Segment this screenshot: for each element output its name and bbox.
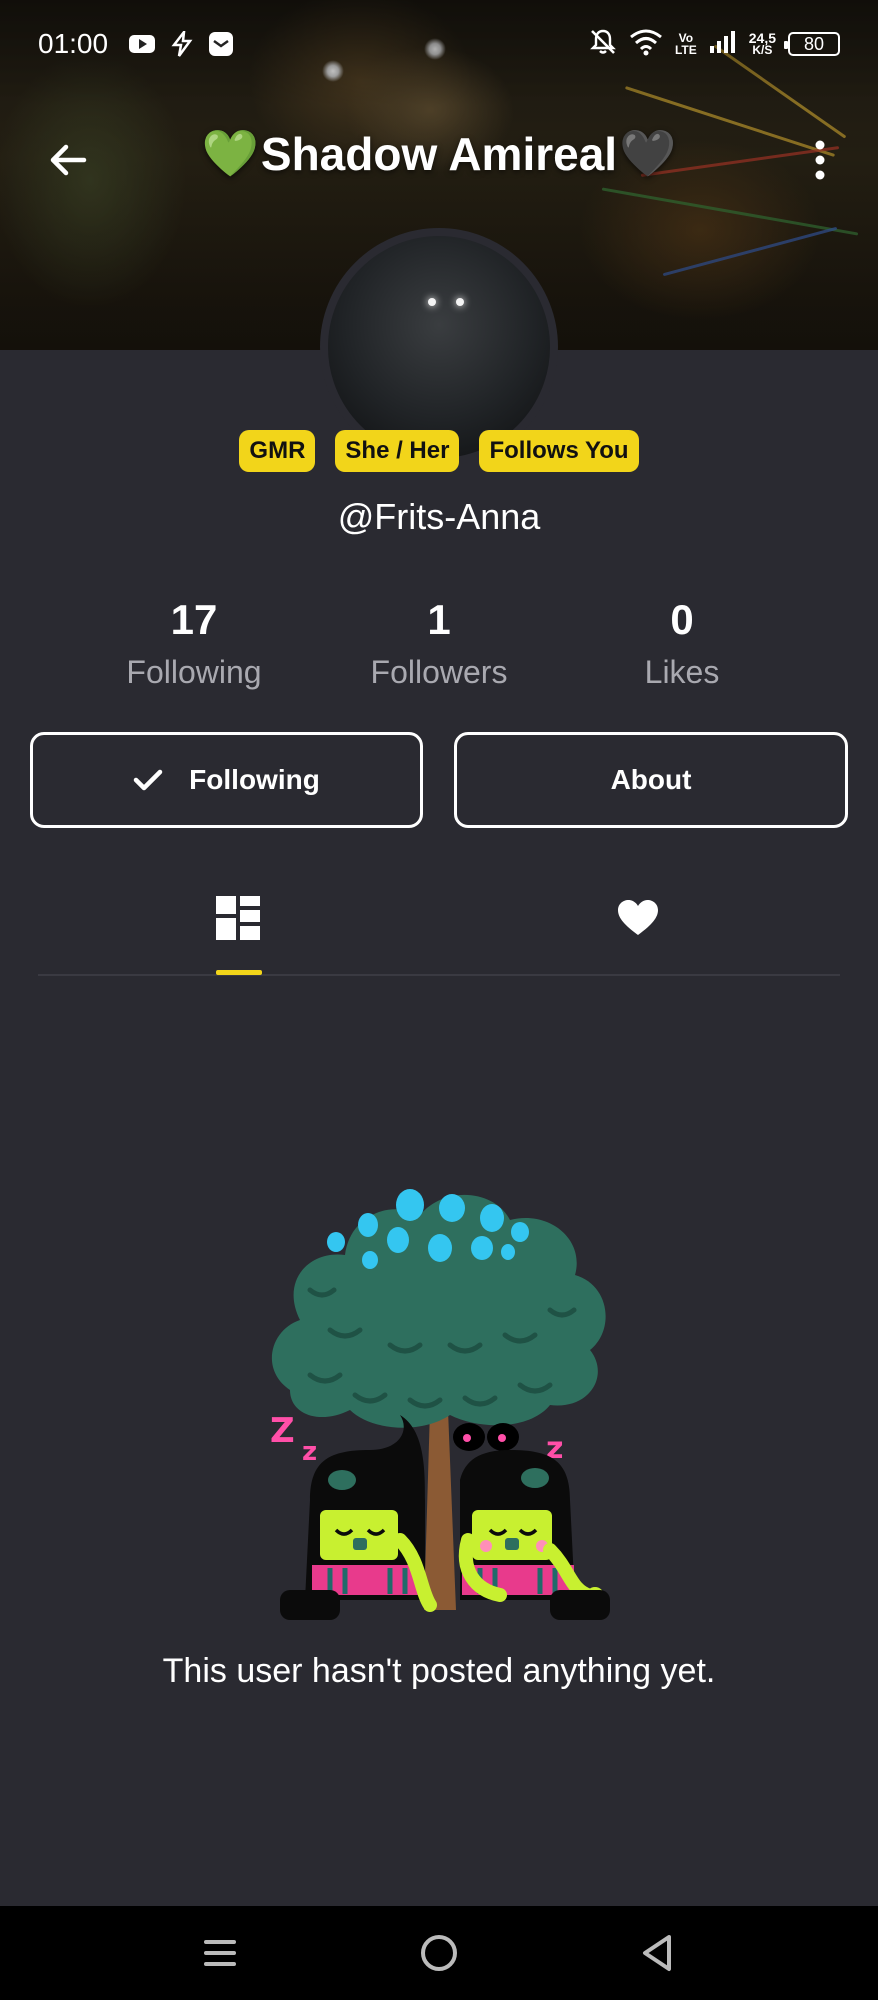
system-navigation-bar — [0, 1906, 878, 2000]
stat-following[interactable]: 17 Following — [74, 596, 314, 691]
profile-name: Shadow Amireal — [260, 127, 618, 180]
home-circle-icon — [421, 1935, 457, 1971]
svg-text:z: z — [302, 1437, 317, 1467]
badge-pronouns: She / Her — [335, 430, 460, 472]
stat-label: Followers — [370, 654, 508, 690]
home-button[interactable] — [414, 1928, 464, 1978]
battery-indicator: 80 — [784, 32, 840, 56]
back-triangle-icon — [643, 1935, 671, 1971]
profile-badges: GMR She / Her Follows You — [0, 430, 878, 472]
wifi-icon — [629, 28, 663, 61]
stat-value: 17 — [170, 596, 218, 643]
stat-label: Likes — [644, 654, 720, 690]
posts-grid-icon — [216, 896, 260, 940]
stat-likes[interactable]: 0 Likes — [562, 596, 802, 691]
heart-icon — [618, 900, 658, 935]
sleeping-under-tree-illustration: Z z z — [250, 1160, 630, 1630]
more-options-button[interactable] — [792, 132, 848, 188]
about-button-label: About — [610, 764, 692, 795]
empty-state-message: This user hasn't posted anything yet. — [162, 1652, 716, 1690]
content-tabs — [38, 880, 840, 976]
flash-icon — [170, 31, 194, 57]
black-heart-emoji: 🖤 — [619, 127, 677, 179]
mute-bell-icon — [589, 28, 617, 61]
status-time: 01:00 — [38, 28, 109, 59]
app-bar: 💚 Shadow Amireal 🖤 — [0, 120, 878, 196]
stat-value: 0 — [670, 596, 694, 643]
recents-button[interactable] — [195, 1928, 245, 1978]
following-button-label: Following — [189, 764, 320, 795]
green-heart-emoji: 💚 — [201, 127, 259, 179]
user-handle: @Frits-Anna — [337, 496, 541, 537]
stat-followers[interactable]: 1 Followers — [319, 596, 559, 691]
page-title: 💚 Shadow Amireal 🖤 — [0, 126, 878, 181]
status-bar: 01:00 Vo LTE 24,5 K/S 80 — [0, 0, 878, 88]
network-type: Vo LTE — [674, 31, 697, 57]
svg-text:Z: Z — [270, 1411, 295, 1451]
active-tab-indicator — [216, 970, 262, 975]
youtube-icon — [128, 33, 156, 55]
tab-posts[interactable] — [198, 888, 278, 948]
more-vertical-icon — [815, 140, 825, 180]
following-button[interactable]: Following — [30, 732, 423, 828]
signal-icon — [709, 30, 737, 59]
badge-role: GMR — [239, 430, 316, 472]
menu-icon — [204, 1940, 236, 1966]
network-speed: 24,5 K/S — [748, 30, 776, 57]
profile-stats: 17 Following 1 Followers 0 Likes — [0, 596, 878, 706]
stat-value: 1 — [427, 596, 451, 643]
badge-follows-you: Follows You — [479, 430, 639, 472]
about-button[interactable]: About — [454, 732, 848, 828]
message-icon — [208, 31, 234, 57]
stat-label: Following — [126, 654, 262, 690]
check-icon — [133, 769, 163, 791]
system-back-button[interactable] — [632, 1928, 682, 1978]
tab-likes[interactable] — [598, 888, 678, 948]
